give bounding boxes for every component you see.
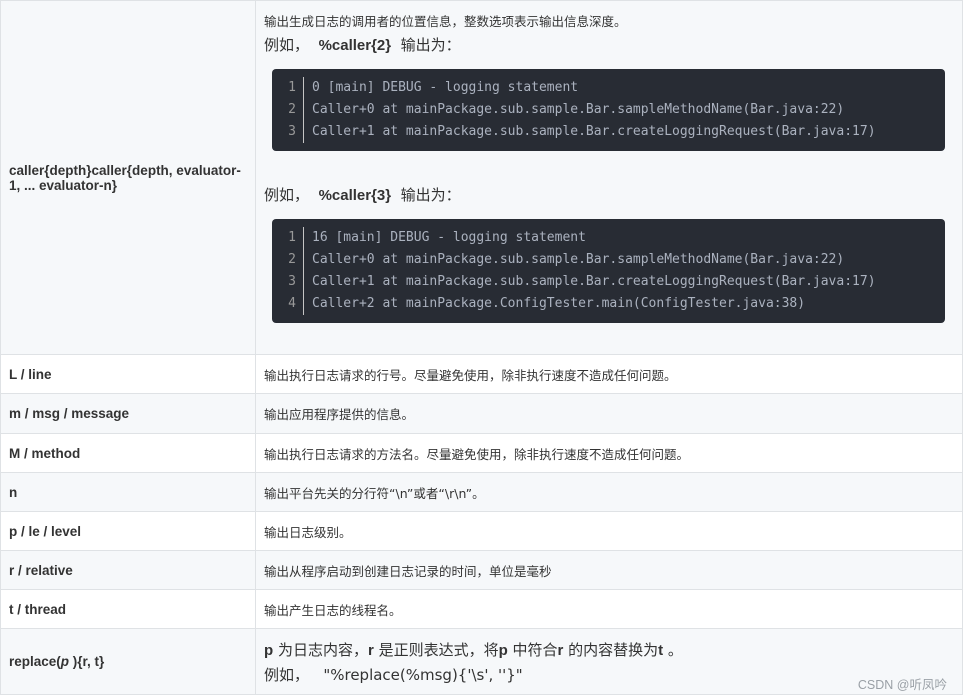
caller-example-2: 例如， %caller{3} 输出为： <box>264 184 954 205</box>
code-block: 1 0 [main] DEBUG - logging statement 2 Call… <box>272 69 945 151</box>
conversion-word: L / line <box>0 354 256 394</box>
line-number: 2 <box>272 249 304 271</box>
example-prefix: 例如， <box>264 186 310 204</box>
code-text: Caller+0 at mainPackage.sub.sample.Bar.s… <box>312 102 845 117</box>
pattern-table: caller{depth}caller{depth, evaluator-1, … <box>0 0 963 695</box>
caller-example-1: 例如， %caller{2} 输出为： <box>264 34 954 55</box>
variable-name: p <box>264 641 274 659</box>
explanation-text: 为日志内容， <box>273 640 368 659</box>
conversion-word: t / thread <box>0 589 256 629</box>
table-row: t / thread 输出产生日志的线程名。 <box>0 589 963 629</box>
line-number: 2 <box>272 99 304 121</box>
conversion-word: caller{depth}caller{depth, evaluator-1, … <box>0 0 256 355</box>
code-line: 3 Caller+1 at mainPackage.sub.sample.Bar.… <box>272 121 945 143</box>
conversion-description: 输出执行日志请求的方法名。尽量避免使用，除非执行速度不造成任何问题。 <box>255 433 963 473</box>
code-block: 1 16 [main] DEBUG - logging statement 2 Cal… <box>272 219 945 323</box>
explanation-text: 是正则表达式，将 <box>373 640 499 659</box>
code-text: Caller+1 at mainPackage.sub.sample.Bar.c… <box>312 274 876 289</box>
replace-example: 例如， "%replace(%msg){'\s', ''}" <box>264 664 954 685</box>
conversion-description: 输出从程序启动到创建日志记录的时间，单位是毫秒 <box>255 550 963 590</box>
line-number: 1 <box>272 227 304 249</box>
variable-name: p <box>498 641 508 659</box>
code-line: 2 Caller+0 at mainPackage.sub.sample.Bar.… <box>272 249 945 271</box>
example-prefix: 例如， <box>264 36 310 54</box>
example-code: "%replace(%msg){'\s', ''}" <box>323 665 523 684</box>
example-code: %caller{2} <box>318 37 392 54</box>
table-row: caller{depth}caller{depth, evaluator-1, … <box>0 0 963 355</box>
conversion-description: 输出应用程序提供的信息。 <box>255 393 963 434</box>
table-row: L / line 输出执行日志请求的行号。尽量避免使用，除非执行速度不造成任何问… <box>0 354 963 394</box>
caller-key: caller{depth}caller{depth, evaluator-1, … <box>9 162 241 193</box>
conversion-word: replace(p ){r, t} <box>0 628 256 695</box>
code-line: 1 0 [main] DEBUG - logging statement <box>272 77 945 99</box>
line-number: 4 <box>272 293 304 315</box>
replace-key-suffix: ){r, t} <box>69 654 105 669</box>
code-line: 4 Caller+2 at mainPackage.ConfigTester.ma… <box>272 293 945 315</box>
example-prefix: 例如， <box>264 665 310 684</box>
explanation-text: 。 <box>663 640 683 659</box>
conversion-description: p 为日志内容，r 是正则表达式，将p 中符合r 的内容替换为t 。 例如， "… <box>255 628 963 695</box>
code-text: 0 [main] DEBUG - logging statement <box>312 80 579 95</box>
replace-key-prefix: replace( <box>9 654 61 669</box>
code-text: 16 [main] DEBUG - logging statement <box>312 230 586 245</box>
conversion-word: r / relative <box>0 550 256 590</box>
explanation-text: 的内容替换为 <box>563 640 659 659</box>
conversion-word: M / method <box>0 433 256 473</box>
table-row: r / relative 输出从程序启动到创建日志记录的时间，单位是毫秒 <box>0 550 963 590</box>
conversion-word: m / msg / message <box>0 393 256 434</box>
example-code: %caller{3} <box>318 187 392 204</box>
csdn-watermark: CSDN @听凤吟 <box>857 678 947 692</box>
caller-description: 输出生成日志的调用者的位置信息，整数选项表示输出信息深度。 <box>264 14 627 29</box>
explanation-text: 中符合 <box>507 640 558 659</box>
conversion-word: p / le / level <box>0 511 256 551</box>
table-row: replace(p ){r, t} p 为日志内容，r 是正则表达式，将p 中符… <box>0 628 963 695</box>
code-line: 2 Caller+0 at mainPackage.sub.sample.Bar.… <box>272 99 945 121</box>
replace-key-italic: p <box>60 654 70 669</box>
conversion-description: 输出执行日志请求的行号。尽量避免使用，除非执行速度不造成任何问题。 <box>255 354 963 394</box>
table-row: p / le / level 输出日志级别。 <box>0 511 963 551</box>
example-suffix: 输出为： <box>400 186 461 204</box>
table-row: m / msg / message 输出应用程序提供的信息。 <box>0 393 963 434</box>
line-number: 3 <box>272 121 304 143</box>
conversion-description: 输出平台先关的分行符“\n”或者“\r\n”。 <box>255 472 963 512</box>
line-number: 1 <box>272 77 304 99</box>
code-text: Caller+0 at mainPackage.sub.sample.Bar.s… <box>312 252 845 267</box>
code-line: 3 Caller+1 at mainPackage.sub.sample.Bar.… <box>272 271 945 293</box>
conversion-description: 输出生成日志的调用者的位置信息，整数选项表示输出信息深度。 例如， %calle… <box>255 0 963 355</box>
replace-explanation: p 为日志内容，r 是正则表达式，将p 中符合r 的内容替换为t 。 <box>264 639 954 660</box>
conversion-word: n <box>0 472 256 512</box>
table-row: M / method 输出执行日志请求的方法名。尽量避免使用，除非执行速度不造成… <box>0 433 963 473</box>
conversion-description: 输出产生日志的线程名。 <box>255 589 963 629</box>
conversion-description: 输出日志级别。 <box>255 511 963 551</box>
code-text: Caller+1 at mainPackage.sub.sample.Bar.c… <box>312 124 876 139</box>
code-text: Caller+2 at mainPackage.ConfigTester.mai… <box>312 296 806 311</box>
table-row: n 输出平台先关的分行符“\n”或者“\r\n”。 <box>0 472 963 512</box>
line-number: 3 <box>272 271 304 293</box>
example-suffix: 输出为： <box>400 36 461 54</box>
code-line: 1 16 [main] DEBUG - logging statement <box>272 227 945 249</box>
